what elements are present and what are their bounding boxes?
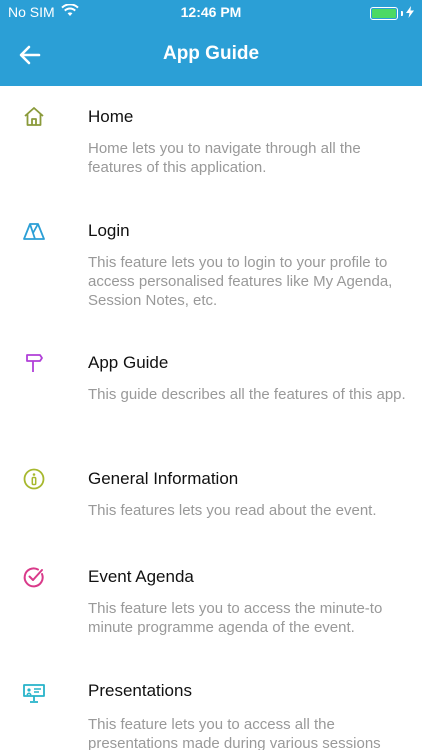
charging-bolt-icon bbox=[406, 5, 414, 21]
status-time: 12:46 PM bbox=[180, 4, 242, 20]
guide-item-description: Home lets you to navigate through all th… bbox=[88, 140, 361, 176]
app-header: No SIM 12:46 PM App Guide bbox=[0, 0, 422, 86]
guide-item-title: App Guide bbox=[88, 353, 169, 372]
navigation-bar: App Guide bbox=[0, 24, 422, 86]
guide-item-description: This guide describes all the features of… bbox=[88, 386, 406, 403]
guide-item-title: Presentations bbox=[88, 681, 192, 700]
signpost-icon bbox=[26, 354, 43, 372]
info-icon bbox=[23, 468, 45, 490]
login-icon bbox=[23, 223, 45, 240]
home-icon bbox=[24, 107, 44, 126]
guide-item-description: This feature lets you to access all the … bbox=[88, 716, 381, 750]
status-bar: No SIM 12:46 PM bbox=[0, 0, 422, 24]
guide-item-title: Event Agenda bbox=[88, 567, 194, 586]
presentation-icon bbox=[23, 684, 45, 703]
guide-item-title: Home bbox=[88, 107, 134, 126]
guide-item-title: Login bbox=[88, 221, 130, 240]
guide-item-description: This features lets you read about the ev… bbox=[88, 502, 377, 519]
battery-icon bbox=[370, 6, 398, 20]
page-title: App Guide bbox=[162, 43, 260, 64]
guide-item-description: This feature lets you to access the minu… bbox=[88, 600, 383, 636]
guide-item-description: This feature lets you to login to your p… bbox=[88, 254, 393, 309]
guide-item-title: General Information bbox=[88, 469, 239, 488]
agenda-check-icon bbox=[23, 567, 44, 588]
